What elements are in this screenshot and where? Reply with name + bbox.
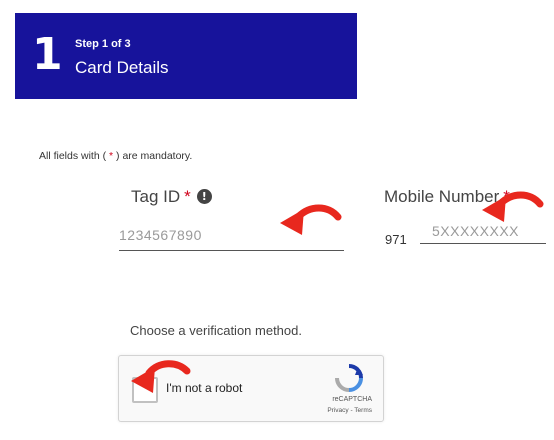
step-banner: 1 Step 1 of 3 Card Details — [15, 13, 357, 99]
recaptcha-brand-text: reCAPTCHA — [332, 396, 372, 403]
info-icon[interactable]: ! — [196, 189, 212, 204]
red-curved-arrow-icon — [131, 360, 191, 393]
recaptcha-logo-icon — [335, 364, 363, 392]
mandatory-note: All fields with ( * ) are mandatory. — [39, 150, 192, 162]
step-label: Step 1 of 3 — [75, 38, 131, 50]
red-curved-arrow-icon — [482, 191, 544, 222]
tag-id-label: Tag ID *! — [131, 187, 212, 207]
mandatory-note-prefix: All fields with ( — [39, 150, 110, 162]
red-curved-arrow-icon — [280, 204, 342, 235]
step-title: Card Details — [75, 58, 169, 77]
tag-id-required-mark: * — [184, 187, 191, 206]
country-code: 971 — [385, 232, 407, 247]
step-number: 1 — [32, 29, 63, 80]
recaptcha-privacy-terms[interactable]: Privacy - Terms — [327, 407, 372, 414]
mobile-number-input[interactable] — [420, 225, 546, 244]
verification-method-label: Choose a verification method. — [130, 323, 302, 338]
mandatory-note-suffix: ) are mandatory. — [113, 150, 193, 162]
tag-id-label-text: Tag ID — [131, 187, 181, 206]
